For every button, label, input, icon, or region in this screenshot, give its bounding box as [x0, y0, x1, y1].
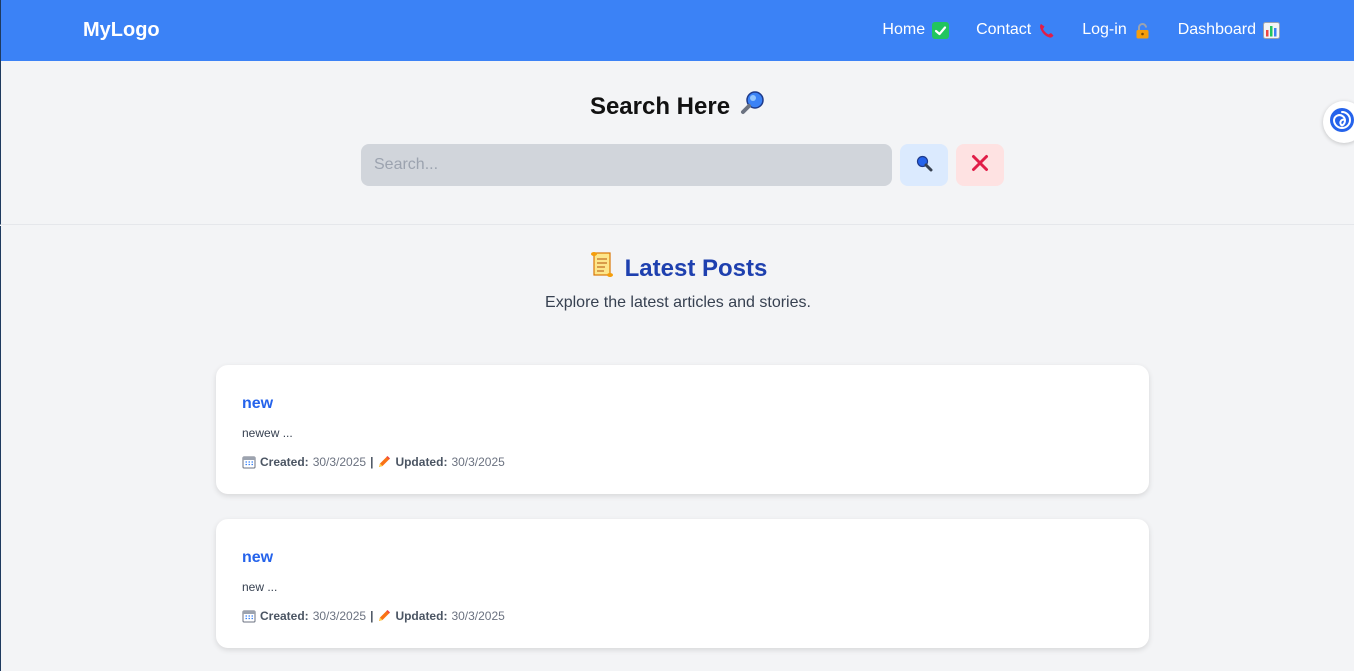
post-card[interactable]: new new ... Created: 30/3/2025 | Updated… [216, 519, 1149, 648]
navbar: MyLogo Home Contact Log-in Dashboard [0, 0, 1354, 61]
logo[interactable]: MyLogo [83, 18, 160, 42]
updated-label: Updated: [395, 609, 448, 623]
check-icon [932, 21, 950, 39]
search-button[interactable] [900, 144, 948, 186]
nav-link-label: Home [882, 21, 926, 38]
updated-date: 30/3/2025 [451, 455, 505, 469]
created-date: 30/3/2025 [312, 609, 367, 623]
post-meta: Created: 30/3/2025 | Updated: 30/3/2025 [242, 608, 505, 624]
nav-link-label: Contact [976, 21, 1032, 38]
post-card[interactable]: new newew ... Created: 30/3/2025 | Updat… [216, 365, 1149, 494]
search-heading: Search Here [1, 89, 1354, 124]
nav-link-dashboard[interactable]: Dashboard [1178, 19, 1280, 41]
nav-link-contact[interactable]: Contact [976, 19, 1055, 41]
meta-separator: | [370, 609, 374, 623]
posts-heading: Latest Posts [1, 250, 1354, 287]
lock-icon [1134, 22, 1151, 39]
posts-section: Latest Posts Explore the latest articles… [0, 226, 1354, 671]
posts-subtitle: Explore the latest articles and stories. [545, 294, 811, 311]
search-section: Search Here [0, 61, 1354, 225]
post-excerpt: new ... [242, 580, 278, 594]
calendar-icon [242, 609, 256, 623]
scroll-icon [589, 250, 615, 287]
search-input[interactable] [361, 144, 892, 186]
post-title[interactable]: new [242, 394, 273, 414]
nav-link-login[interactable]: Log-in [1082, 19, 1150, 41]
nav-links: Home Contact Log-in Dashboard [882, 19, 1280, 41]
meta-separator: | [370, 455, 374, 469]
search-title-text: Search Here [589, 92, 731, 120]
nav-link-home[interactable]: Home [882, 19, 950, 41]
created-date: 30/3/2025 [312, 455, 367, 469]
pencil-icon [377, 455, 391, 469]
close-icon [971, 154, 989, 177]
calendar-icon [242, 455, 256, 469]
phone-icon [1038, 22, 1055, 39]
updated-label: Updated: [395, 455, 448, 469]
post-excerpt: newew ... [242, 426, 293, 440]
nav-link-label: Log-in [1082, 21, 1127, 38]
nav-link-label: Dashboard [1177, 21, 1256, 38]
magnifier-icon [740, 89, 766, 124]
posts-title-text: Latest Posts [624, 254, 768, 282]
created-label: Created: [260, 455, 309, 469]
swirl-icon [1329, 107, 1354, 138]
chart-icon [1263, 21, 1280, 39]
created-label: Created: [260, 609, 309, 623]
clear-button[interactable] [956, 144, 1004, 186]
updated-date: 30/3/2025 [451, 609, 505, 623]
search-icon [915, 154, 933, 177]
post-meta: Created: 30/3/2025 | Updated: 30/3/2025 [242, 454, 505, 470]
pencil-icon [377, 609, 391, 623]
post-title[interactable]: new [242, 548, 273, 568]
